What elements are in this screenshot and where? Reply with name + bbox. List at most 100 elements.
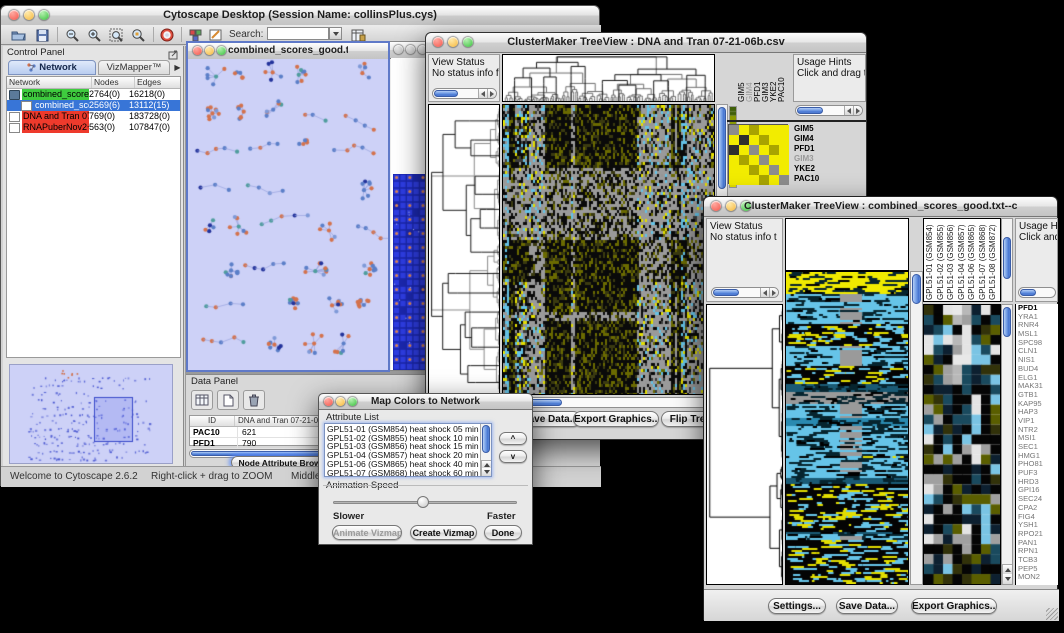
gene-list-item[interactable]: PUF3: [1018, 469, 1058, 478]
gene-list-item[interactable]: PHO81: [1018, 460, 1058, 469]
col-header-network[interactable]: Network: [7, 77, 92, 88]
gene-list-item[interactable]: MSI1: [1018, 434, 1058, 443]
search-input[interactable]: [267, 27, 329, 40]
table-icon[interactable]: [191, 390, 213, 410]
minimize-button[interactable]: [726, 201, 736, 211]
slider-thumb[interactable]: [417, 496, 429, 508]
help-lifesaver-icon[interactable]: [158, 27, 176, 43]
gene-list-item[interactable]: PFD1: [1018, 304, 1058, 313]
gene-list-item[interactable]: MSL1: [1018, 330, 1058, 339]
zoom-button[interactable]: [217, 46, 226, 55]
attribute-list-item[interactable]: GPL51-02 (GSM855) heat shock 10 min: [327, 434, 489, 443]
attribute-list[interactable]: GPL51-01 (GSM854) heat shock 05 minGPL51…: [324, 423, 492, 477]
animation-speed-slider[interactable]: [333, 494, 517, 510]
zoom-fit-icon[interactable]: [107, 27, 125, 43]
col-header-edges[interactable]: Edges: [135, 77, 180, 88]
minimize-button[interactable]: [406, 45, 415, 54]
settings-button[interactable]: Settings...: [768, 598, 826, 614]
network-list-row[interactable]: combined_scores2764(0)16218(0): [7, 89, 180, 100]
gene-list-item[interactable]: ELG1: [1018, 374, 1058, 383]
attribute-list-item[interactable]: GPL51-01 (GSM854) heat shock 05 min: [327, 425, 489, 434]
gene-list-item[interactable]: NIS1: [1018, 356, 1058, 365]
gene-list-item[interactable]: YSH1: [1018, 521, 1058, 530]
gene-list-item[interactable]: VIP1: [1018, 417, 1058, 426]
tv2-zoom-vscrollbar[interactable]: [1001, 304, 1013, 585]
gene-list-item[interactable]: HRD3: [1018, 478, 1058, 487]
gene-list-item[interactable]: GTB1: [1018, 391, 1058, 400]
close-button[interactable]: [433, 37, 443, 47]
resize-grip[interactable]: [1046, 608, 1058, 620]
zoom-selected-icon[interactable]: [129, 27, 147, 43]
network-overview[interactable]: [9, 364, 173, 464]
save-icon[interactable]: [33, 27, 51, 43]
gene-list-item[interactable]: RNR4: [1018, 321, 1058, 330]
document-icon[interactable]: [217, 390, 239, 410]
gene-list-item[interactable]: GPI16: [1018, 486, 1058, 495]
dp-col-id[interactable]: ID: [190, 416, 235, 426]
minimize-button[interactable]: [205, 46, 214, 55]
tv2-labels-vscrollbar[interactable]: [1001, 218, 1013, 302]
tv2-global-heatmap[interactable]: [785, 271, 909, 585]
export-graphics-button[interactable]: Export Graphics...: [911, 598, 997, 614]
attribute-list-item[interactable]: GPL51-06 (GSM865) heat shock 40 min: [327, 460, 489, 469]
zoom-button[interactable]: [348, 397, 357, 406]
gene-list-item[interactable]: CPA2: [1018, 504, 1058, 513]
close-button[interactable]: [9, 10, 19, 20]
minimize-button[interactable]: [336, 397, 345, 406]
export-graphics-button[interactable]: Export Graphics...: [573, 411, 659, 427]
gene-list-item[interactable]: YRA1: [1018, 313, 1058, 322]
gene-list-item[interactable]: RPN1: [1018, 547, 1058, 556]
attribute-list-item[interactable]: GPL51-07 (GSM868) heat shock 60 min: [327, 469, 489, 478]
tv1-gene-matrix[interactable]: [728, 124, 788, 184]
zoom-in-icon[interactable]: [85, 27, 103, 43]
tv1-row-dendrogram[interactable]: [428, 104, 500, 395]
gene-list-item[interactable]: BUD4: [1018, 365, 1058, 374]
close-button[interactable]: [193, 46, 202, 55]
tv1-status-hscrollbar[interactable]: [432, 88, 497, 99]
attribute-list-vscrollbar[interactable]: [480, 424, 491, 476]
trash-icon[interactable]: [243, 390, 265, 410]
move-up-button[interactable]: ^: [499, 432, 527, 445]
gene-list-item[interactable]: CLN1: [1018, 347, 1058, 356]
gene-list-item[interactable]: SEC24: [1018, 495, 1058, 504]
gene-list-item[interactable]: MAK31: [1018, 382, 1058, 391]
tab-network[interactable]: Network: [8, 60, 96, 75]
create-vizmap-button[interactable]: Create Vizmap: [410, 525, 477, 540]
open-folder-icon[interactable]: [9, 27, 27, 43]
tv1-column-dendrogram[interactable]: [502, 54, 715, 102]
minimize-button[interactable]: [24, 10, 34, 20]
tv2-status-hscrollbar[interactable]: [711, 287, 779, 298]
tv2-zoom-heatmap[interactable]: [923, 304, 1001, 585]
gene-list-item[interactable]: MON2: [1018, 573, 1058, 582]
attribute-list-item[interactable]: GPL51-04 (GSM857) heat shock 20 min: [327, 451, 489, 460]
close-button[interactable]: [711, 201, 721, 211]
network-list-row[interactable]: RNAPuberNov2+563(0)107847(0): [7, 122, 180, 133]
gene-list-item[interactable]: SEC1: [1018, 443, 1058, 452]
tab-overflow-button[interactable]: ▶: [172, 60, 183, 75]
tv2-usage-hscrollbar[interactable]: [1018, 287, 1056, 298]
gene-list-item[interactable]: RPO21: [1018, 530, 1058, 539]
close-button[interactable]: [324, 397, 333, 406]
tv2-global-vscrollbar[interactable]: [910, 271, 923, 585]
main-title-bar[interactable]: Cytoscape Desktop (Session Name: collins…: [1, 6, 599, 26]
col-header-nodes[interactable]: Nodes: [92, 77, 135, 88]
gene-list-item[interactable]: HAP3: [1018, 408, 1058, 417]
zoom-out-icon[interactable]: [63, 27, 81, 43]
tv2-row-dendrogram[interactable]: [706, 304, 783, 585]
gene-list-item[interactable]: FIG4: [1018, 513, 1058, 522]
gene-list-item[interactable]: SPC98: [1018, 339, 1058, 348]
minimize-button[interactable]: [448, 37, 458, 47]
gene-list-item[interactable]: NTR2: [1018, 426, 1058, 435]
close-button[interactable]: [394, 45, 403, 54]
tv1-heatmap[interactable]: [502, 104, 715, 395]
gene-list-item[interactable]: PEP5: [1018, 565, 1058, 574]
save-data-button[interactable]: Save Data...: [836, 598, 898, 614]
animate-vizmap-button[interactable]: Animate Vizmap: [332, 525, 402, 540]
network-canvas[interactable]: [188, 59, 388, 370]
search-dropdown-button[interactable]: [329, 27, 342, 40]
network-list-row[interactable]: combined_sco2569(6)13112(15): [7, 100, 180, 111]
tv1-heatmap-hscrollbar[interactable]: [502, 397, 715, 408]
tv1-usage-hscrollbar[interactable]: [795, 105, 863, 116]
tab-vizmapper[interactable]: VizMapper™: [98, 60, 170, 75]
gene-list-item[interactable]: KAP95: [1018, 400, 1058, 409]
